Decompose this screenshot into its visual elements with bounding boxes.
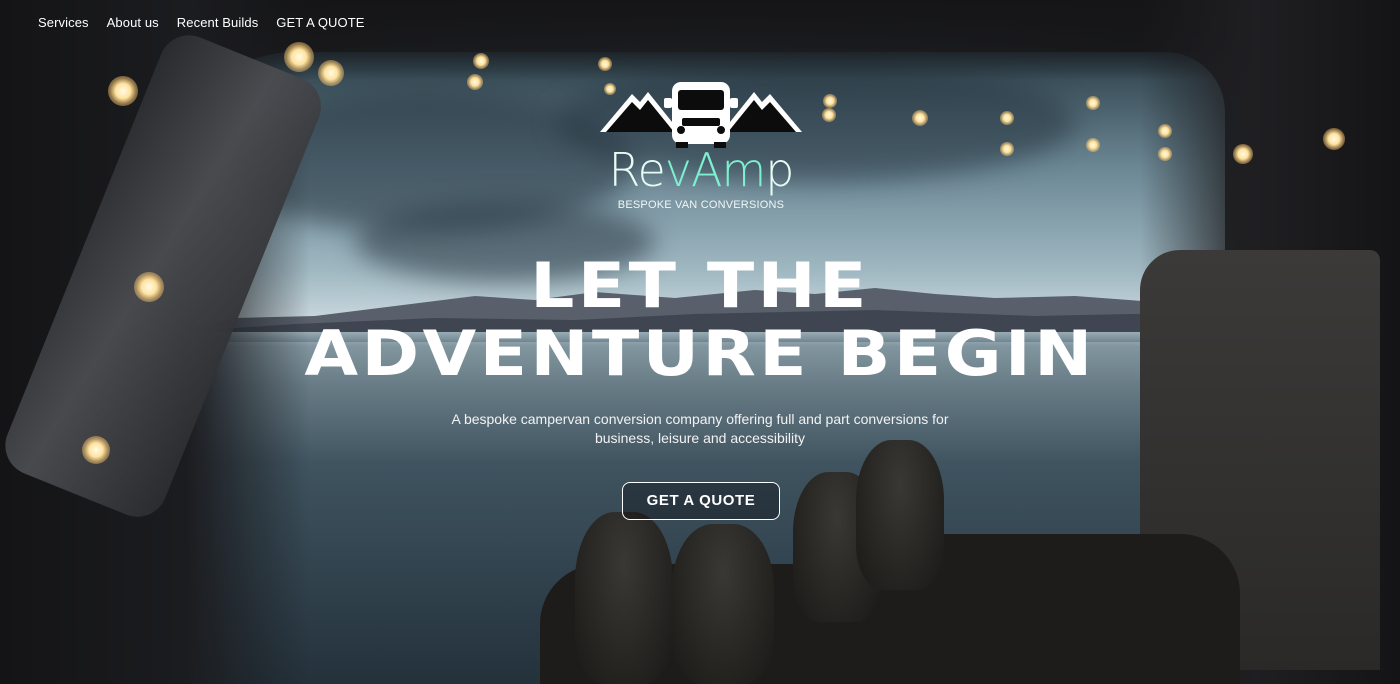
hero-headline: LET THE ADVENTURE BEGIN (0, 252, 1400, 388)
nav-recent-builds-link[interactable]: Recent Builds (177, 14, 259, 32)
main-nav: Services About us Recent Builds GET A QU… (38, 14, 365, 32)
hero-subtitle: A bespoke campervan conversion company o… (451, 411, 949, 446)
boot (575, 512, 673, 684)
get-quote-button[interactable]: GET A QUOTE (622, 482, 780, 520)
headline-line-2: ADVENTURE BEGIN (304, 317, 1096, 390)
nav-services-link[interactable]: Services (38, 14, 89, 32)
logo-tagline: BESPOKE VAN CONVERSIONS (617, 199, 785, 211)
revamp-logo[interactable]: RevAmp BESPOKE VAN CONVERSIONS (598, 78, 804, 218)
nav-about-link[interactable]: About us (107, 14, 159, 32)
nav-get-quote-link[interactable]: GET A QUOTE (276, 14, 364, 32)
boot (856, 440, 944, 590)
boot (672, 524, 774, 684)
logo-wordmark: RevAmp (608, 143, 795, 197)
headline-line-1: LET THE (530, 249, 870, 322)
van-mountains-icon (600, 82, 802, 148)
